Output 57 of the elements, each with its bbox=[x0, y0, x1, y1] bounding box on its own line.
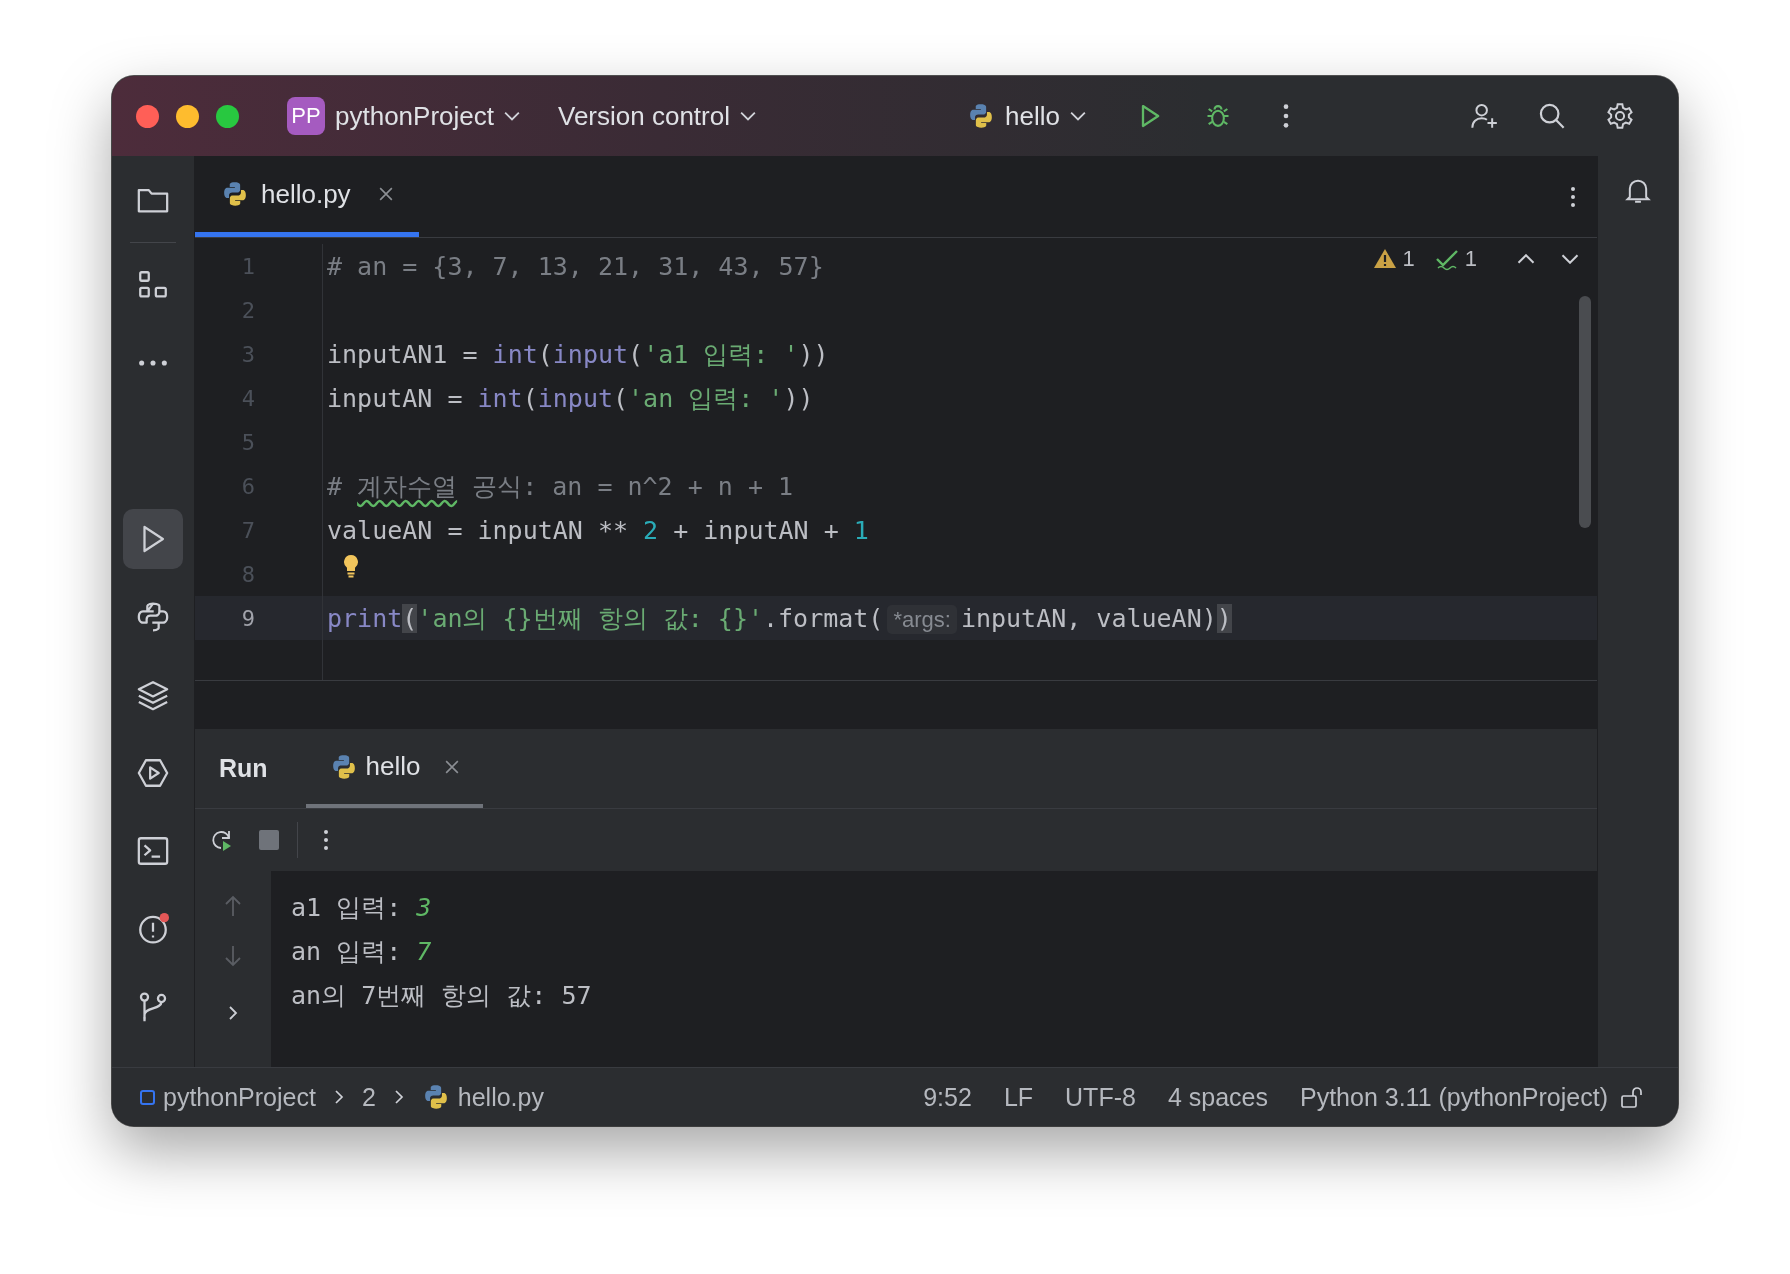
chevron-down-icon[interactable] bbox=[1561, 254, 1579, 264]
status-bar-item[interactable]: 9:52 bbox=[923, 1082, 972, 1112]
console-output-line: an의 7번째 항의 값: 57 bbox=[291, 979, 592, 1012]
project-badge: PP bbox=[287, 97, 325, 135]
python-icon[interactable] bbox=[136, 600, 170, 634]
settings-icon[interactable] bbox=[1606, 102, 1634, 130]
chevron-right-icon bbox=[393, 1089, 404, 1105]
run-tab[interactable]: hello bbox=[305, 729, 483, 808]
breadcrumb[interactable]: hello.py bbox=[421, 1082, 544, 1112]
status-bar-item[interactable]: 4 spaces bbox=[1167, 1082, 1268, 1112]
add-user-icon[interactable] bbox=[1470, 102, 1498, 130]
minimize-button[interactable] bbox=[176, 104, 199, 128]
exclamation-circle-icon[interactable] bbox=[136, 912, 170, 946]
code-line: valueAN = inputAN ** 2 + inputAN + 1 bbox=[327, 515, 869, 545]
breadcrumb[interactable]: pythonProject bbox=[140, 1082, 316, 1112]
python-icon bbox=[221, 180, 249, 208]
version-control-menu[interactable]: Version control bbox=[550, 94, 764, 138]
code-line: print('an의 {}번째 항의 값: {}'.format( *args: inputAN, valueAN)) bbox=[327, 602, 1232, 635]
close-icon[interactable] bbox=[378, 187, 393, 201]
code-line: inputAN1 = int(input('a1 입력: ')) bbox=[327, 338, 829, 371]
chevron-up-icon[interactable] bbox=[1517, 254, 1535, 264]
breadcrumb[interactable]: 2 bbox=[361, 1082, 376, 1112]
code-line: inputAN = int(input('an 입력: ')) bbox=[327, 382, 814, 415]
unlocked-padlock-icon[interactable] bbox=[1620, 1085, 1644, 1109]
maximize-button[interactable] bbox=[216, 104, 239, 128]
status-bar-item[interactable]: UTF-8 bbox=[1065, 1082, 1136, 1112]
rerun-icon[interactable] bbox=[209, 828, 233, 852]
checkmark-icon bbox=[1434, 247, 1459, 271]
warning-count[interactable]: 1 bbox=[1402, 246, 1415, 272]
hexagon-play-icon[interactable] bbox=[136, 756, 170, 790]
console-output-line: a1 입력: 3 bbox=[291, 891, 432, 924]
run-configuration-menu[interactable]: hello bbox=[959, 94, 1094, 138]
status-bar-item[interactable]: Python 3.11 (pythonProject) bbox=[1299, 1082, 1608, 1112]
chevron-right-icon[interactable] bbox=[228, 1005, 238, 1021]
console-output-line: an 입력: 7 bbox=[291, 935, 432, 968]
scrollbar[interactable] bbox=[1579, 296, 1591, 528]
chevron-down-icon bbox=[1070, 111, 1086, 121]
file-tab[interactable]: hello.py bbox=[195, 156, 419, 237]
run-panel-title: Run bbox=[219, 754, 268, 783]
chevron-down-icon bbox=[739, 111, 756, 121]
layers-icon[interactable] bbox=[136, 678, 170, 712]
status-bar-item[interactable]: LF bbox=[1003, 1082, 1034, 1112]
run-tool-button[interactable] bbox=[123, 509, 183, 569]
project-menu[interactable]: PP pythonProject bbox=[279, 91, 528, 141]
close-icon[interactable] bbox=[444, 759, 459, 774]
chevron-down-icon bbox=[504, 111, 520, 121]
chevron-right-icon bbox=[333, 1089, 344, 1105]
stop-icon[interactable] bbox=[257, 828, 281, 852]
close-button[interactable] bbox=[136, 104, 159, 128]
code-line: # 계차수열 공식: an = n^2 + n + 1 bbox=[327, 470, 794, 503]
typo-count[interactable]: 1 bbox=[1464, 246, 1477, 272]
line-number: 9 bbox=[240, 605, 255, 631]
search-icon[interactable] bbox=[1538, 102, 1566, 130]
warning-icon bbox=[1372, 247, 1397, 271]
lightbulb-icon[interactable] bbox=[343, 554, 359, 578]
terminal-icon[interactable] bbox=[136, 834, 170, 868]
code-line: # an = {3, 7, 13, 21, 31, 43, 57} bbox=[327, 251, 824, 281]
